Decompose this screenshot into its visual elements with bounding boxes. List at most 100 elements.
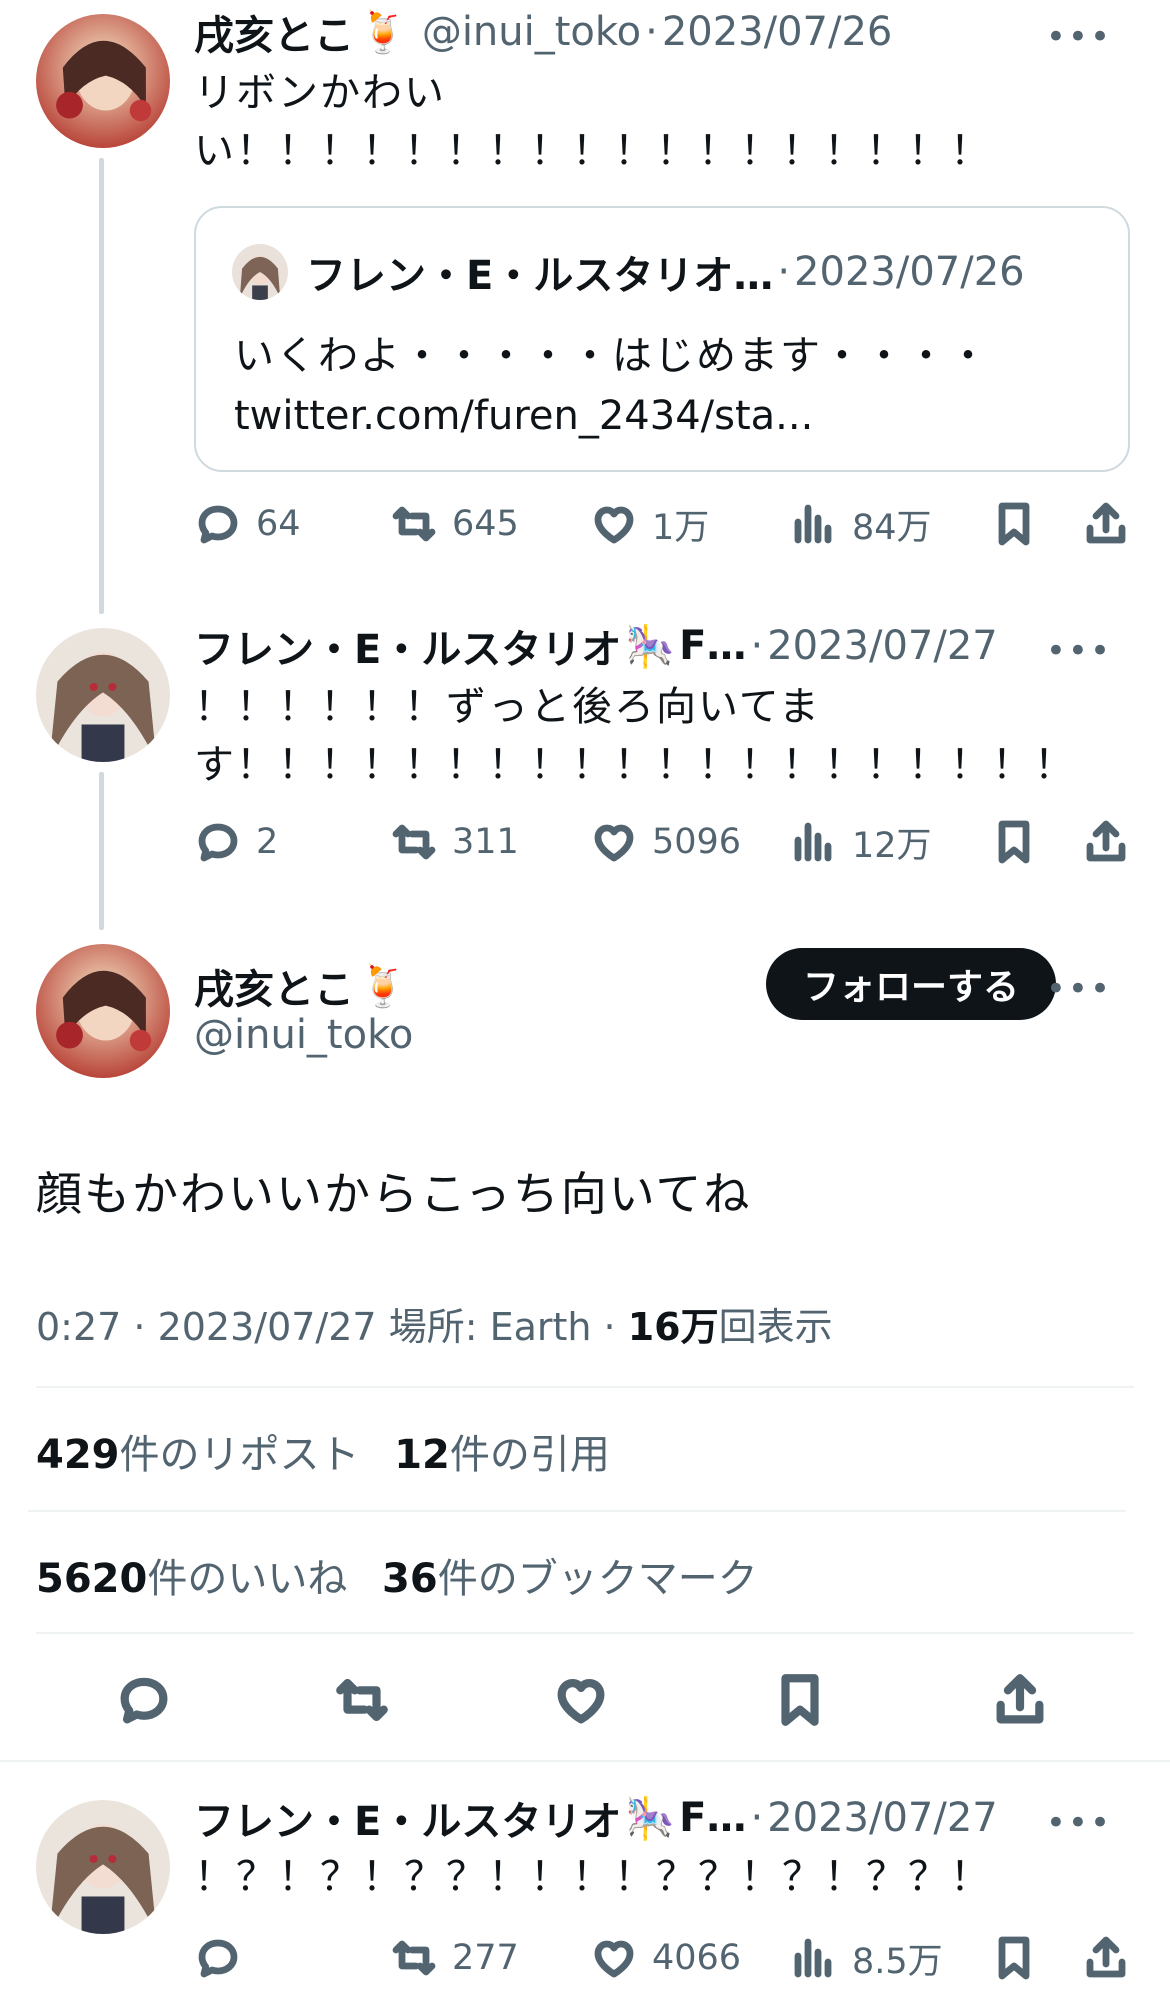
post-text-line: す！！！！！！！！！！！！！！！！！！！！ <box>194 742 1076 788</box>
repost-button[interactable]: 277 <box>390 1928 519 1988</box>
author-handle[interactable]: @inui_toko <box>422 9 641 55</box>
reposts-label: 件のリポスト <box>119 1432 360 1478</box>
views-button[interactable]: 84万 <box>790 494 932 554</box>
bookmark-button[interactable] <box>760 1660 840 1740</box>
bookmark-icon <box>998 502 1030 546</box>
post-text-line: ！！！！！！ずっと後ろ向いてま <box>194 684 821 730</box>
reply-button[interactable] <box>194 1928 256 1988</box>
post-text-line: い！！！！！！！！！！！！！！！！！！ <box>194 128 992 174</box>
views-button[interactable]: 12万 <box>790 812 932 872</box>
bookmarks-link[interactable]: 36件のブックマーク <box>382 1556 758 1602</box>
likes-link[interactable]: 5620件のいいね <box>36 1556 347 1602</box>
post-date[interactable]: 2023/07/27 <box>767 623 998 669</box>
more-icon[interactable]: ••• <box>1046 972 1112 1006</box>
follow-button[interactable]: フォローする <box>766 948 1056 1020</box>
more-icon[interactable]: ••• <box>1046 20 1112 54</box>
post-location: 場所: Earth · <box>388 1305 616 1349</box>
divider <box>0 1760 1170 1762</box>
separator-dot: · <box>750 1795 764 1841</box>
share-icon <box>1086 820 1126 862</box>
reply-icon <box>120 1677 168 1724</box>
views-icon <box>794 504 832 544</box>
author-name[interactable]: フレン・E・ルスタリオ <box>194 1789 621 1847</box>
like-button[interactable]: 4066 <box>590 1928 741 1988</box>
like-icon <box>594 824 634 862</box>
like-stats: 5620件のいいね 36件のブックマーク <box>36 1546 758 1604</box>
post-date[interactable]: 2023/07/27 <box>767 1795 998 1841</box>
like-button[interactable] <box>541 1660 621 1740</box>
share-button[interactable] <box>980 1660 1060 1740</box>
repost-count: 277 <box>452 1938 519 1978</box>
reply-icon <box>198 1939 238 1978</box>
reply-header: フレン・E・ルスタリオ 🎠 F… · 2023/07/27 <box>194 1790 998 1846</box>
likes-label: 件のいいね <box>147 1556 348 1602</box>
quoted-post[interactable]: フレン・E・ルスタリオ… · 2023/07/26 いくわよ・・・・・はじめます… <box>194 206 1130 472</box>
likes-count: 5620 <box>36 1556 148 1602</box>
thread-line <box>99 158 104 614</box>
quotes-link[interactable]: 12件の引用 <box>394 1432 610 1478</box>
cocktail-emoji: 🍹 <box>358 9 408 56</box>
author-name[interactable]: 戌亥とこ <box>194 957 354 1015</box>
post-actions: 64 645 1万 84万 <box>194 494 1134 554</box>
repost-icon <box>392 506 436 542</box>
views-button[interactable]: 8.5万 <box>790 1928 943 1988</box>
bookmark-button[interactable] <box>990 812 1052 872</box>
like-button[interactable]: 5096 <box>590 812 741 872</box>
main-post-text: 顔もかわいいからこっち向いてね <box>36 1167 752 1221</box>
repost-button[interactable] <box>322 1660 402 1740</box>
main-author-name[interactable]: 戌亥とこ 🍹 <box>194 958 412 1014</box>
bookmark-icon <box>781 1674 819 1726</box>
author-name[interactable]: 戌亥とこ <box>194 3 354 61</box>
bookmark-button[interactable] <box>990 494 1052 554</box>
reply-actions: 277 4066 8.5万 <box>194 1928 1134 1988</box>
like-count: 1万 <box>652 507 710 548</box>
avatar-inui-toko[interactable] <box>36 14 170 148</box>
repost-icon <box>336 1678 388 1722</box>
author-name[interactable]: フレン・E・ルスタリオ <box>194 617 621 675</box>
post-header: 戌亥とこ 🍹 @inui_toko · 2023/07/26 <box>194 4 892 60</box>
repost-count: 645 <box>452 504 519 544</box>
main-author-handle[interactable]: @inui_toko <box>194 1012 413 1058</box>
reply-button[interactable] <box>104 1660 184 1740</box>
share-icon <box>996 1674 1044 1724</box>
separator-dot: · <box>645 9 658 55</box>
reply-button[interactable]: 64 <box>194 494 301 554</box>
quotes-count: 12 <box>394 1432 450 1478</box>
main-post-actions <box>0 1660 1170 1740</box>
thread-line <box>99 772 104 930</box>
reply-button[interactable]: 2 <box>194 812 278 872</box>
more-icon[interactable]: ••• <box>1046 634 1112 668</box>
divider <box>36 1632 1134 1634</box>
quoted-author-name: フレン・E・ルスタリオ… <box>306 253 774 299</box>
like-count: 4066 <box>652 1938 742 1978</box>
separator-dot: · <box>750 623 764 669</box>
repost-button[interactable]: 311 <box>390 812 519 872</box>
quoted-text-line: いくわよ・・・・・はじめます・・・・ <box>234 333 990 379</box>
repost-button[interactable]: 645 <box>390 494 519 554</box>
post-text: リボンかわい い！！！！！！！！！！！！！！！！！！ <box>194 64 992 180</box>
reply-count: 2 <box>256 822 279 862</box>
like-button[interactable]: 1万 <box>590 494 709 554</box>
bookmark-icon <box>998 1936 1030 1980</box>
author-name-suffix[interactable]: F… <box>679 623 746 669</box>
bookmark-button[interactable] <box>990 1928 1052 1988</box>
share-button[interactable] <box>1082 494 1144 554</box>
avatar-inui-toko[interactable] <box>36 944 170 1078</box>
like-icon <box>557 1678 605 1724</box>
quoted-text: いくわよ・・・・・はじめます・・・・ twitter.com/furen_243… <box>234 326 990 446</box>
quoted-link[interactable]: twitter.com/furen_2434/sta... <box>234 386 990 446</box>
reposts-link[interactable]: 429件のリポスト <box>36 1432 360 1478</box>
bookmarks-count: 36 <box>382 1556 438 1602</box>
views-icon <box>794 822 832 862</box>
share-button[interactable] <box>1082 1928 1144 1988</box>
bookmarks-label: 件のブックマーク <box>437 1556 758 1602</box>
share-icon <box>1086 502 1126 544</box>
avatar-furen[interactable] <box>36 628 170 762</box>
views-count: 8.5万 <box>852 1941 943 1982</box>
author-name-suffix[interactable]: F… <box>679 1795 746 1841</box>
share-button[interactable] <box>1082 812 1144 872</box>
more-icon[interactable]: ••• <box>1046 1806 1112 1840</box>
avatar-furen[interactable] <box>36 1800 170 1934</box>
post-time[interactable]: 0:27 · 2023/07/27 <box>36 1305 377 1349</box>
post-date[interactable]: 2023/07/26 <box>662 9 893 55</box>
